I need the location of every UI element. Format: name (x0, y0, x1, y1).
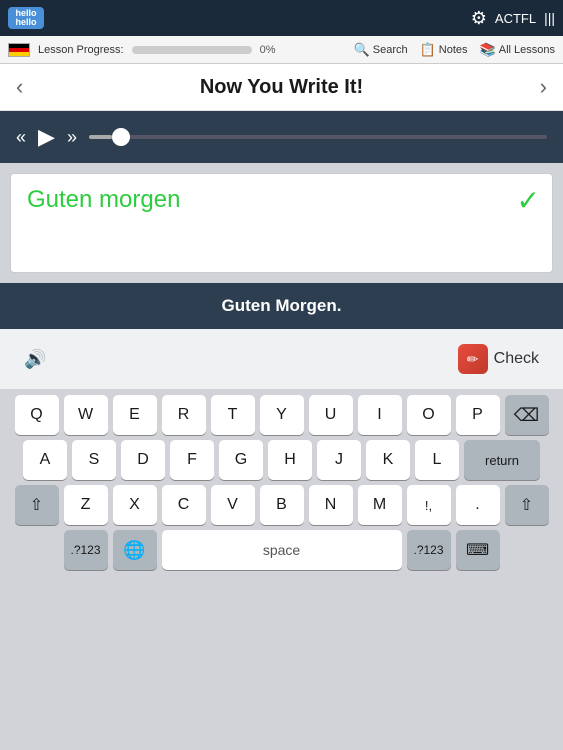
key-excl-comma[interactable]: !, (407, 485, 451, 525)
all-lessons-label: All Lessons (499, 44, 555, 56)
check-label: Check (494, 350, 539, 368)
logo-area: hellohello (8, 7, 44, 29)
key-l[interactable]: L (415, 440, 459, 480)
play-button[interactable]: ▶ (38, 124, 55, 150)
search-label: Search (373, 44, 408, 56)
key-q[interactable]: Q (15, 395, 59, 435)
notes-icon: 📋 (420, 42, 436, 58)
key-period[interactable]: . (456, 485, 500, 525)
check-pencil-icon: ✏ (467, 351, 479, 368)
action-row: 🔊 ✏ Check (0, 329, 563, 389)
key-hide-keyboard[interactable]: ⌨ (456, 530, 500, 570)
next-button[interactable]: › (540, 74, 547, 100)
writing-area[interactable]: Guten morgen ✓ (10, 173, 553, 273)
key-g[interactable]: G (219, 440, 263, 480)
key-c[interactable]: C (162, 485, 206, 525)
keyboard-row-3: ⇧ Z X C V B N M !, . ⇧ (4, 485, 559, 525)
key-o[interactable]: O (407, 395, 451, 435)
rewind-button[interactable]: « (16, 127, 26, 148)
keyboard-row-1: Q W E R T Y U I O P ⌫ (4, 395, 559, 435)
audio-progress-fill (89, 135, 112, 139)
forward-button[interactable]: » (67, 127, 77, 148)
keyboard: Q W E R T Y U I O P ⌫ A S D F G H J K L … (0, 389, 563, 750)
settings-icon[interactable]: ⚙ (471, 8, 487, 29)
all-lessons-icon: 📚 (480, 42, 496, 58)
key-n[interactable]: N (309, 485, 353, 525)
key-space[interactable]: space (162, 530, 402, 570)
key-b[interactable]: B (260, 485, 304, 525)
key-y[interactable]: Y (260, 395, 304, 435)
notes-button[interactable]: 📋 Notes (420, 42, 468, 58)
key-numbers-right[interactable]: .?123 (407, 530, 451, 570)
key-j[interactable]: J (317, 440, 361, 480)
key-w[interactable]: W (64, 395, 108, 435)
key-globe[interactable]: 🌐 (113, 530, 157, 570)
search-button[interactable]: 🔍 Search (354, 42, 408, 58)
german-flag (8, 43, 30, 57)
nav-buttons: 🔍 Search 📋 Notes 📚 All Lessons (354, 42, 555, 58)
key-a[interactable]: A (23, 440, 67, 480)
key-t[interactable]: T (211, 395, 255, 435)
check-icon-box: ✏ (458, 344, 488, 374)
prev-button[interactable]: ‹ (16, 74, 23, 100)
key-shift-right[interactable]: ⇧ (505, 485, 549, 525)
checkmark-icon: ✓ (517, 184, 540, 217)
answer-text: Guten Morgen. (222, 296, 342, 316)
check-button[interactable]: ✏ Check (458, 344, 539, 374)
progress-percent: 0% (260, 44, 280, 56)
top-bar: hellohello ⚙ ACTFL ||| (0, 0, 563, 36)
key-r[interactable]: R (162, 395, 206, 435)
notes-label: Notes (439, 44, 468, 56)
section-title: Now You Write It! (200, 76, 363, 99)
key-d[interactable]: D (121, 440, 165, 480)
key-f[interactable]: F (170, 440, 214, 480)
top-right: ⚙ ACTFL ||| (471, 8, 555, 29)
keyboard-row-2: A S D F G H J K L return (4, 440, 559, 480)
key-k[interactable]: K (366, 440, 410, 480)
progress-bar-row: Lesson Progress: 0% 🔍 Search 📋 Notes 📚 A… (0, 36, 563, 64)
speaker-button[interactable]: 🔊 (24, 349, 46, 370)
key-i[interactable]: I (358, 395, 402, 435)
section-header: ‹ Now You Write It! › (0, 64, 563, 111)
audio-progress-thumb (112, 128, 130, 146)
actfl-label: ACTFL (495, 11, 536, 26)
key-m[interactable]: M (358, 485, 402, 525)
key-u[interactable]: U (309, 395, 353, 435)
key-z[interactable]: Z (64, 485, 108, 525)
progress-track (132, 46, 252, 54)
key-h[interactable]: H (268, 440, 312, 480)
key-v[interactable]: V (211, 485, 255, 525)
key-backspace[interactable]: ⌫ (505, 395, 549, 435)
answer-bar: Guten Morgen. (0, 283, 563, 329)
key-shift[interactable]: ⇧ (15, 485, 59, 525)
key-s[interactable]: S (72, 440, 116, 480)
key-return[interactable]: return (464, 440, 540, 480)
search-icon: 🔍 (354, 42, 370, 58)
audio-progress-track[interactable] (89, 135, 547, 139)
audio-controls: « ▶ » (0, 111, 563, 163)
key-x[interactable]: X (113, 485, 157, 525)
key-numbers[interactable]: .?123 (64, 530, 108, 570)
progress-label: Lesson Progress: (38, 44, 124, 56)
all-lessons-button[interactable]: 📚 All Lessons (480, 42, 555, 58)
keyboard-row-4: .?123 🌐 space .?123 ⌨ (4, 530, 559, 570)
writing-text: Guten morgen (27, 186, 180, 214)
key-p[interactable]: P (456, 395, 500, 435)
key-e[interactable]: E (113, 395, 157, 435)
menu-icon[interactable]: ||| (544, 10, 555, 26)
